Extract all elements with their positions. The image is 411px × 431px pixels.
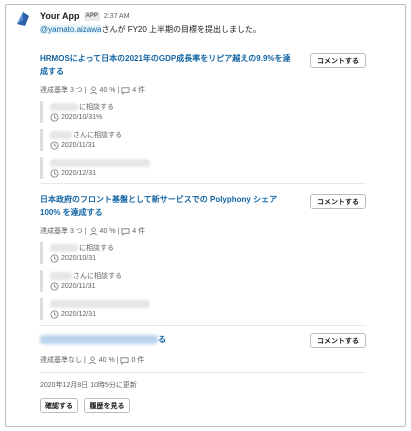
divider [40, 325, 366, 326]
comment-button[interactable]: コメントする [310, 333, 366, 348]
redacted-name [50, 243, 78, 252]
message-time[interactable]: 2:37 AM [104, 13, 130, 20]
progress-person-icon [89, 226, 97, 235]
app-badge: APP [83, 11, 100, 21]
goal-section-1: HRMOSによって日本の2021年のGDP成長率をリピア越えの9.9%を達成する… [40, 52, 366, 185]
clock-icon [50, 141, 59, 150]
clock-icon [50, 310, 59, 319]
item-text: に相談する [79, 244, 114, 252]
redacted-title [40, 335, 158, 345]
comment-count: 4 件 [132, 87, 146, 94]
goal-title[interactable]: る [40, 333, 295, 346]
comment-bubble-icon [121, 86, 130, 95]
list-item: さんに相談する 2020/11/31 [40, 270, 366, 292]
confirm-button[interactable]: 確認する [40, 398, 78, 413]
progress-percent: 40 % | [99, 227, 120, 235]
goal-section-2: 日本政府のフロント基盤として新サービスでの Polyphony シェア 100%… [40, 193, 366, 326]
app-logo-icon [17, 12, 29, 26]
goal-meta: 達成基準なし | 40 % | 0 件 [40, 355, 366, 365]
due-date: 2020/11/31 [61, 283, 96, 290]
due-date: 2020/12/31 [61, 170, 97, 177]
view-history-button[interactable]: 履歴を見る [84, 398, 130, 413]
comment-button[interactable]: コメントする [310, 194, 366, 209]
comment-button[interactable]: コメントする [310, 53, 366, 68]
message-body: さんが FY20 上半期の目標を提出しました。 [101, 25, 262, 34]
list-item: に相談する 2020/10/31 [40, 242, 366, 264]
criteria-count: 達成基準なし | [40, 357, 86, 364]
key-results: に相談する 2020/10/31 さんに相談する 2020/11/31 2020… [40, 242, 366, 320]
progress-percent: 40 % | [99, 86, 120, 94]
due-date: 2020/10/31 [61, 255, 97, 262]
list-item: に相談する 2020/10/31% [40, 101, 366, 123]
due-date: 2020/11/31 [61, 142, 96, 149]
criteria-count: 達成基準 3 つ | [40, 228, 87, 235]
due-date: 2020/10/31% [61, 114, 103, 121]
redacted-name [50, 271, 72, 280]
redacted-name [50, 102, 78, 111]
comment-bubble-icon [121, 227, 130, 236]
goal-title[interactable]: HRMOSによって日本の2021年のGDP成長率をリピア越えの9.9%を達成する [40, 52, 295, 78]
redacted-text [50, 299, 150, 308]
user-mention[interactable]: @yamato.aizawa [40, 25, 102, 34]
list-item: さんに相談する 2020/11/31 [40, 129, 366, 151]
clock-icon [50, 169, 59, 178]
clock-icon [50, 113, 59, 122]
goal-title[interactable]: 日本政府のフロント基盤として新サービスでの Polyphony シェア 100%… [40, 193, 295, 219]
redacted-text [50, 158, 150, 167]
progress-person-icon [89, 85, 97, 94]
goal-section-3: る コメントする 達成基準なし | 40 % | 0 件 [40, 333, 366, 365]
clock-icon [50, 254, 59, 263]
comment-bubble-icon [120, 356, 129, 365]
divider [40, 372, 366, 373]
goal-meta: 達成基準 3 つ | 40 % | 4 件 [40, 226, 366, 236]
due-date: 2020/12/31 [61, 311, 97, 318]
comment-count: 4 件 [132, 228, 146, 235]
goal-meta: 達成基準 3 つ | 40 % | 4 件 [40, 85, 366, 95]
progress-percent: 40 % | [98, 356, 119, 364]
item-text: さんに相談する [73, 131, 122, 139]
key-results: に相談する 2020/10/31% さんに相談する 2020/11/31 202… [40, 101, 366, 179]
goal-title-suffix: る [158, 335, 166, 344]
item-text: に相談する [79, 103, 114, 111]
message-text: @yamato.aizawaさんが FY20 上半期の目標を提出しました。 [40, 24, 390, 35]
item-text: さんに相談する [73, 272, 122, 280]
message-header: Your App APP 2:37 AM @yamato.aizawaさんが F… [40, 10, 390, 35]
progress-person-icon [88, 355, 96, 364]
list-item: 2020/12/31 [40, 157, 366, 179]
comment-count: 0 件 [131, 357, 145, 364]
list-item: 2020/12/31 [40, 298, 366, 320]
clock-icon [50, 282, 59, 291]
updated-timestamp: 2020年12月8日 10時5分に更新 [40, 382, 137, 389]
criteria-count: 達成基準 3 つ | [40, 87, 87, 94]
app-name[interactable]: Your App [40, 11, 80, 21]
divider [40, 183, 366, 184]
redacted-name [50, 130, 72, 139]
